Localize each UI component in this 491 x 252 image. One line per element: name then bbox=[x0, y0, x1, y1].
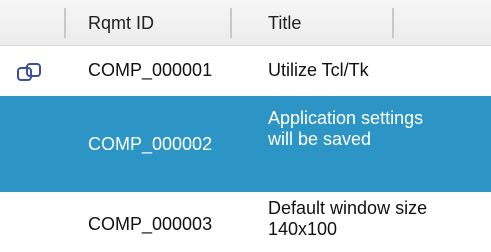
column-header-title[interactable]: Title bbox=[268, 0, 301, 46]
rqmt-id-cell: COMP_000002 bbox=[88, 134, 213, 154]
table-row[interactable]: COMP_000003 Default window size 140x100 bbox=[0, 192, 491, 252]
column-divider[interactable] bbox=[64, 8, 66, 38]
table-row[interactable]: COMP_000001 Utilize Tcl/Tk bbox=[0, 46, 491, 96]
rqmt-id-cell: COMP_000003 bbox=[88, 214, 213, 234]
column-header-rqmt-id[interactable]: Rqmt ID bbox=[88, 0, 154, 46]
link-icon[interactable] bbox=[16, 61, 44, 83]
title-cell: Default window size 140x100 bbox=[268, 198, 428, 239]
table-row-selected[interactable]: COMP_000002 Application settings will be… bbox=[0, 96, 491, 192]
requirements-table: Rqmt ID Title COMP_000001 Utilize Tcl/Tk… bbox=[0, 0, 491, 252]
column-divider[interactable] bbox=[392, 8, 394, 38]
title-cell: Utilize Tcl/Tk bbox=[268, 60, 369, 80]
table-header: Rqmt ID Title bbox=[0, 0, 491, 46]
title-cell: Application settings will be saved bbox=[268, 108, 424, 149]
column-divider[interactable] bbox=[230, 8, 232, 38]
rqmt-id-cell: COMP_000001 bbox=[88, 60, 213, 80]
